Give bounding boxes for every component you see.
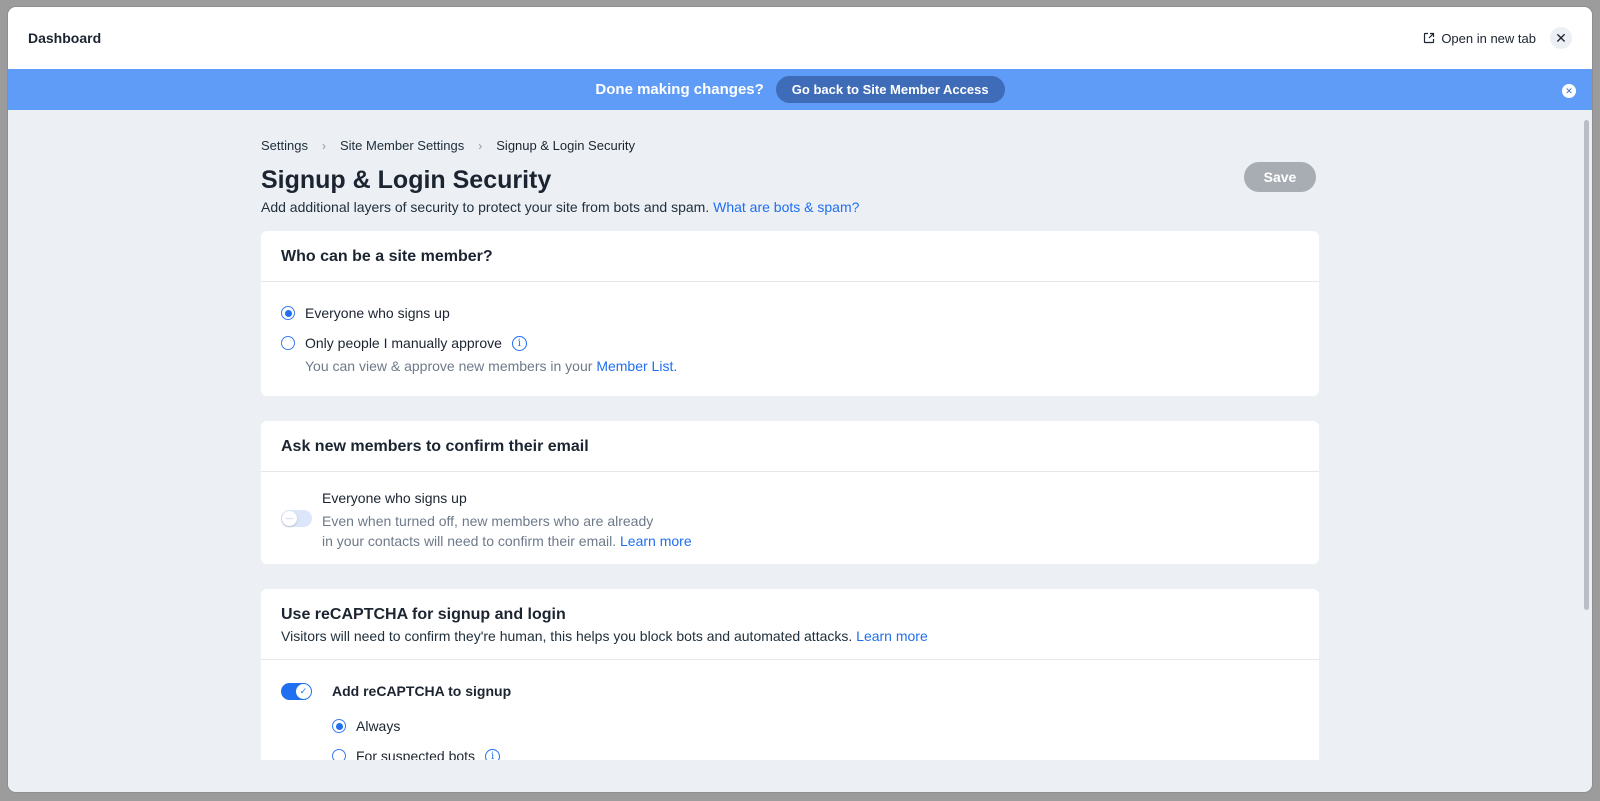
confirm-email-hint: Even when turned off, new members who ar… <box>322 511 692 551</box>
manual-hint: You can view & approve new members in yo… <box>305 358 677 374</box>
confirm-email-label: Everyone who signs up <box>322 490 467 506</box>
recaptcha-card: Use reCAPTCHA for signup and login Visit… <box>261 589 1319 760</box>
breadcrumb-site-member-settings[interactable]: Site Member Settings <box>340 138 464 153</box>
recaptcha-description-text: Visitors will need to confirm they're hu… <box>281 628 853 644</box>
close-modal-button[interactable]: ✕ <box>1550 27 1572 49</box>
modal-title: Dashboard <box>28 30 102 46</box>
recaptcha-description: Visitors will need to confirm they're hu… <box>281 628 1299 644</box>
card-header: Use reCAPTCHA for signup and login Visit… <box>261 589 1319 660</box>
breadcrumb-current: Signup & Login Security <box>496 138 636 153</box>
radio-manual[interactable] <box>281 336 295 350</box>
bots-spam-link[interactable]: What are bots & spam? <box>713 199 859 215</box>
page-subtitle: Add additional layers of security to pro… <box>261 199 859 215</box>
breadcrumb-settings[interactable]: Settings <box>261 138 308 153</box>
option-suspected-label: For suspected bots <box>356 748 476 760</box>
go-back-button[interactable]: Go back to Site Member Access <box>775 76 1005 103</box>
confirm-email-hint-line1: Even when turned off, new members who ar… <box>322 513 654 529</box>
open-in-new-tab-button[interactable]: Open in new tab <box>1423 31 1536 46</box>
dashboard-modal: Dashboard Open in new tab ✕ Done making … <box>8 7 1592 792</box>
done-banner: Done making changes? Go back to Site Mem… <box>8 69 1592 110</box>
chevron-right-icon: › <box>478 138 483 153</box>
card-header: Who can be a site member? <box>261 231 1319 282</box>
who-can-join-card: Who can be a site member? Everyone who s… <box>261 231 1319 396</box>
option-everyone[interactable]: Everyone who signs up <box>281 305 450 321</box>
option-always-label: Always <box>356 718 401 734</box>
save-button[interactable]: Save <box>1244 162 1316 192</box>
chevron-right-icon: › <box>321 138 326 153</box>
radio-everyone[interactable] <box>281 306 295 320</box>
learn-more-link[interactable]: Learn more <box>620 533 692 549</box>
manual-hint-text: You can view & approve new members in yo… <box>305 358 593 374</box>
info-icon[interactable]: i <box>511 335 527 351</box>
external-link-icon <box>1424 32 1435 44</box>
check-icon: ✓ <box>296 684 311 699</box>
card-header: Ask new members to confirm their email <box>261 421 1319 472</box>
close-icon: ✕ <box>1565 85 1573 96</box>
recaptcha-signup-label: Add reCAPTCHA to signup <box>332 683 512 699</box>
recaptcha-signup-toggle[interactable]: ✓ <box>281 683 312 700</box>
confirm-email-hint-line2: in your contacts will need to confirm th… <box>322 533 617 549</box>
info-icon[interactable]: i <box>485 748 501 760</box>
card-heading: Who can be a site member? <box>281 248 493 265</box>
page-title: Signup & Login Security <box>261 166 552 194</box>
option-always[interactable]: Always <box>332 718 400 734</box>
option-suspected-bots[interactable]: For suspected bots i <box>332 748 501 760</box>
modal-footer-strip <box>8 760 1592 792</box>
banner-close-button[interactable]: ✕ <box>1562 84 1576 98</box>
settings-content[interactable]: Settings › Site Member Settings › Signup… <box>8 110 1592 760</box>
radio-always[interactable] <box>332 719 346 733</box>
learn-more-link[interactable]: Learn more <box>856 628 928 644</box>
option-manual[interactable]: Only people I manually approve i <box>281 335 527 351</box>
close-icon: ✕ <box>1555 29 1567 46</box>
member-list-link[interactable]: Member List. <box>596 358 677 374</box>
page-subtitle-text: Add additional layers of security to pro… <box>261 199 710 215</box>
confirm-email-card: Ask new members to confirm their email E… <box>261 421 1319 564</box>
option-everyone-label: Everyone who signs up <box>305 305 450 321</box>
card-heading: Use reCAPTCHA for signup and login <box>281 606 566 623</box>
open-in-new-tab-label: Open in new tab <box>1441 30 1536 46</box>
confirm-email-hint-line2-wrap: in your contacts will need to confirm th… <box>322 531 692 551</box>
header-actions: Open in new tab ✕ <box>1423 27 1572 49</box>
option-manual-label: Only people I manually approve <box>305 335 502 351</box>
card-heading: Ask new members to confirm their email <box>281 438 589 455</box>
radio-suspected-bots[interactable] <box>332 749 346 760</box>
confirm-email-toggle[interactable] <box>281 510 312 527</box>
breadcrumb: Settings › Site Member Settings › Signup… <box>261 138 635 153</box>
banner-message: Done making changes? <box>595 81 764 98</box>
scrollbar[interactable] <box>1584 120 1589 610</box>
modal-header: Dashboard Open in new tab ✕ <box>8 7 1592 69</box>
